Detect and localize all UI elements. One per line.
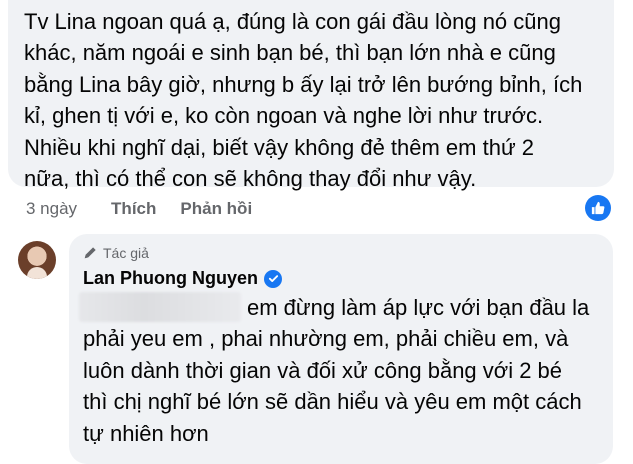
- reply-line: tự nhiên hơn: [83, 420, 209, 446]
- author-tag: Tác giả: [83, 245, 149, 261]
- comment-line: nữa, thì có thể con sẽ không thay đổi nh…: [24, 166, 477, 192]
- thumbs-up-icon: [591, 201, 605, 215]
- check-icon: [268, 275, 278, 282]
- reply-line: luôn dành thời gian và đối xử công bằng …: [83, 357, 563, 383]
- comment-line: kỉ, ghen tị với e, ko còn ngoan và nghe …: [24, 103, 544, 129]
- author-tag-label: Tác giả: [103, 245, 149, 261]
- comment-bubble: Tv Lina ngoan quá ạ, đúng là con gái đầu…: [8, 0, 614, 191]
- comment-line: khác, năm ngoái e sinh bạn bé, thì bạn l…: [24, 40, 556, 66]
- reply-line: phải yeu em , phai nhường em, phải chiều…: [83, 326, 569, 352]
- comment-line: Tv Lina ngoan quá ạ, đúng là con gái đầu…: [24, 9, 561, 34]
- reply-button[interactable]: Phản hồi: [180, 199, 252, 219]
- like-icon[interactable]: [585, 195, 611, 221]
- reply-text: em đừng làm áp lực với bạn đầu la phải y…: [83, 292, 603, 449]
- pen-icon: [84, 247, 96, 259]
- comment-line: bằng Lina bây giờ, nhưng b ấy lại trở lê…: [24, 71, 583, 97]
- reply-line: thì chị nghĩ bé lớn sẽ dần hiểu và yêu e…: [83, 389, 582, 415]
- comment-line: Nhiều khi nghĩ dại, biết vậy không đẻ th…: [24, 134, 535, 160]
- avatar[interactable]: [18, 241, 56, 279]
- comment-timestamp[interactable]: 3 ngày: [26, 199, 77, 219]
- verified-check-icon: [264, 269, 282, 288]
- reply-line: em đừng làm áp lực với bạn đầu la: [247, 295, 590, 320]
- author-name-row: Lan Phuong Nguyen: [83, 268, 282, 289]
- comment-text: Tv Lina ngoan quá ạ, đúng là con gái đầu…: [24, 6, 600, 194]
- author-name[interactable]: Lan Phuong Nguyen: [83, 268, 258, 289]
- reply-bubble: Tác giả Lan Phuong Nguyen em đừng làm áp…: [69, 234, 613, 464]
- like-button[interactable]: Thích: [111, 199, 156, 219]
- comment-actions: 3 ngày Thích Phản hồi: [26, 198, 276, 220]
